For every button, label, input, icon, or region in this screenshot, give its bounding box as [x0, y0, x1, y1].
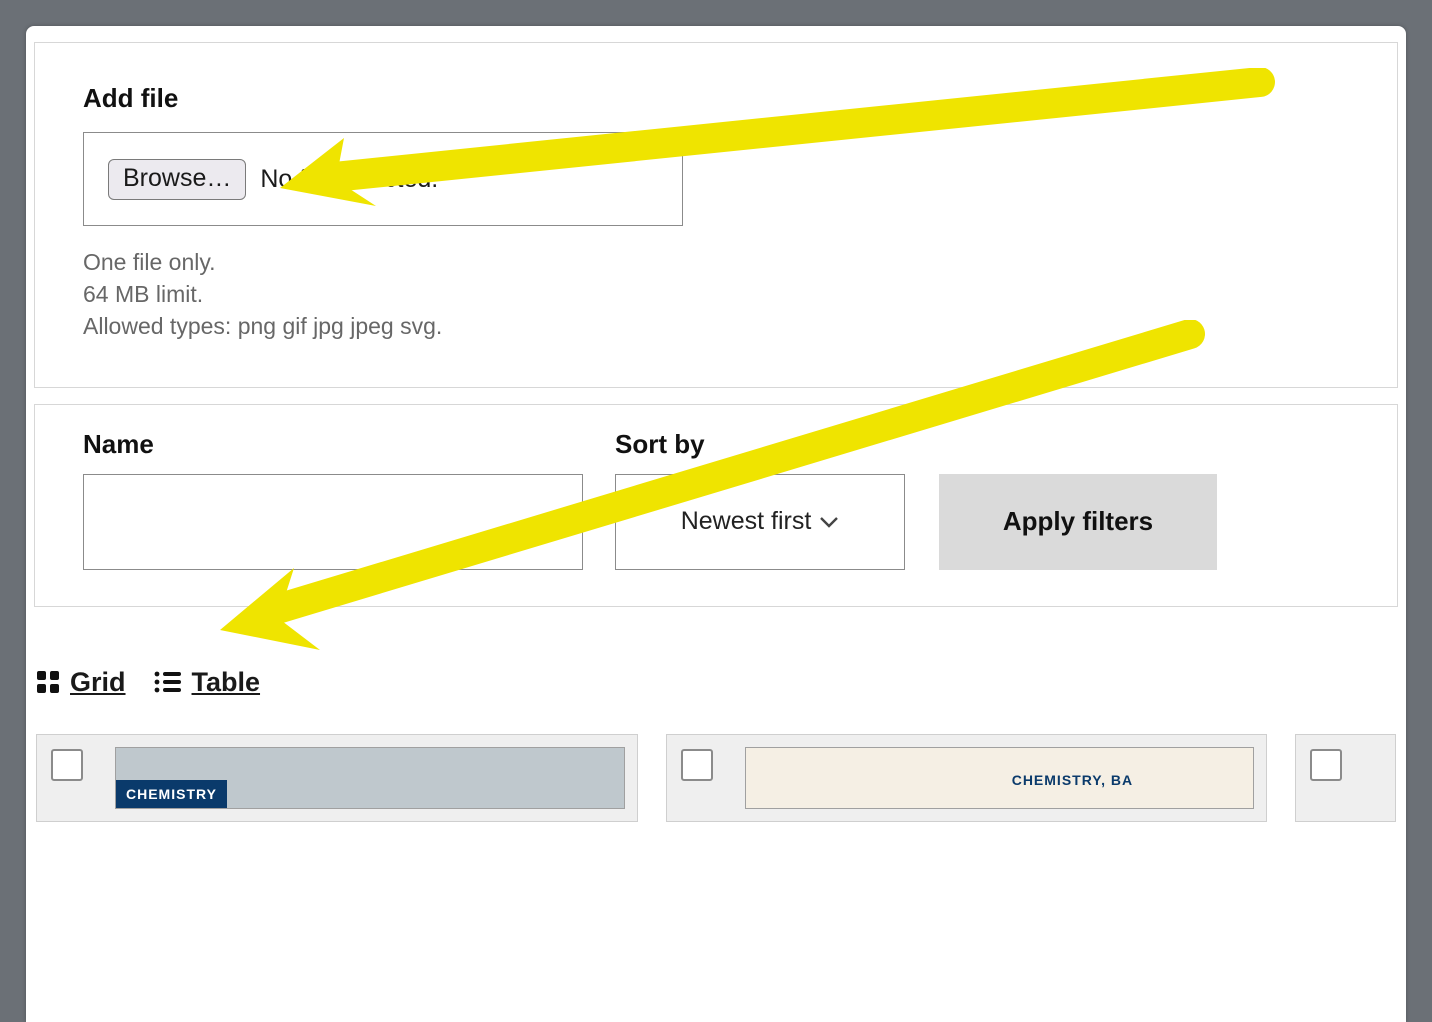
- add-file-label: Add file: [83, 83, 1349, 114]
- thumbnail-tag: CHEMISTRY: [116, 780, 227, 808]
- view-toggle: Grid Table: [30, 667, 1402, 698]
- file-status-text: No file selected.: [260, 165, 438, 194]
- upload-help-text: One file only. 64 MB limit. Allowed type…: [83, 246, 1349, 343]
- chevron-down-icon: [819, 515, 839, 529]
- select-checkbox[interactable]: [51, 749, 83, 781]
- media-grid: CHEMISTRY CHEMISTRY, BA: [30, 734, 1402, 822]
- name-input[interactable]: [83, 474, 583, 570]
- name-label: Name: [83, 429, 583, 460]
- sort-select[interactable]: Newest first: [615, 474, 905, 570]
- thumbnail: CHEMISTRY: [115, 747, 625, 809]
- sort-value: Newest first: [681, 507, 812, 536]
- filter-row: Name Sort by Newest first Apply filters: [83, 429, 1349, 570]
- media-card[interactable]: CHEMISTRY, BA: [666, 734, 1268, 822]
- media-card[interactable]: CHEMISTRY: [36, 734, 638, 822]
- table-icon: [154, 670, 182, 694]
- filter-panel: Name Sort by Newest first Apply filters: [34, 404, 1398, 607]
- sort-filter-col: Sort by Newest first: [615, 429, 905, 570]
- browse-button[interactable]: Browse…: [108, 159, 246, 200]
- view-table[interactable]: Table: [154, 667, 261, 698]
- add-file-panel: Add file Browse… No file selected. One f…: [34, 42, 1398, 388]
- select-checkbox[interactable]: [1310, 749, 1342, 781]
- select-checkbox[interactable]: [681, 749, 713, 781]
- grid-icon: [36, 670, 60, 694]
- thumbnail-tag: CHEMISTRY, BA: [1012, 772, 1133, 788]
- media-dialog: Add file Browse… No file selected. One f…: [26, 26, 1406, 1022]
- media-card[interactable]: [1295, 734, 1396, 822]
- file-input-row[interactable]: Browse… No file selected.: [83, 132, 683, 226]
- sort-label: Sort by: [615, 429, 905, 460]
- apply-filters-button[interactable]: Apply filters: [939, 474, 1217, 570]
- thumbnail: CHEMISTRY, BA: [745, 747, 1255, 809]
- name-filter-col: Name: [83, 429, 583, 570]
- view-grid[interactable]: Grid: [36, 667, 126, 698]
- view-grid-label: Grid: [70, 667, 126, 698]
- view-table-label: Table: [192, 667, 261, 698]
